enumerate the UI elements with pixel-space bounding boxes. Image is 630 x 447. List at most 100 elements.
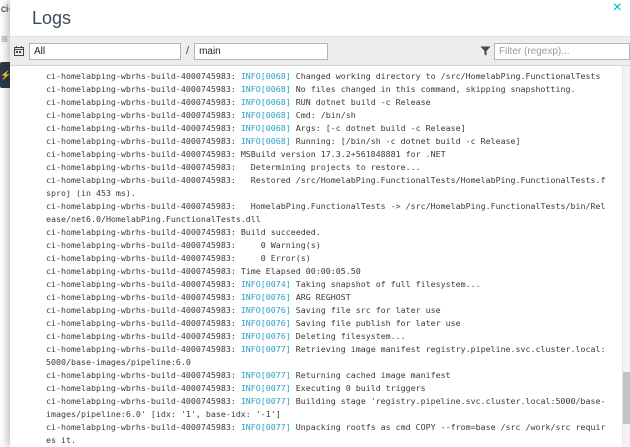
log-message: 0 Warning(s) — [241, 240, 321, 250]
log-prefix: ci-homelabping-wbrhs-build-4000745983: — [46, 110, 241, 120]
log-prefix: ci-homelabping-wbrhs-build-4000745983: — [46, 97, 241, 107]
filter-funnel-icon — [480, 46, 491, 56]
log-line: ci-homelabping-wbrhs-build-4000745983: I… — [46, 278, 610, 291]
log-line: ci-homelabping-wbrhs-build-4000745983: I… — [46, 135, 610, 148]
log-message: Running: [/bin/sh -c dotnet build -c Rel… — [296, 136, 521, 146]
page-title: Logs — [32, 8, 71, 29]
log-line: ci-homelabping-wbrhs-build-4000745983: 0… — [46, 252, 610, 265]
log-message: MSBuild version 17.3.2+561848881 for .NE… — [241, 149, 446, 159]
log-line: ci-homelabping-wbrhs-build-4000745983: T… — [46, 265, 610, 278]
log-prefix: ci-homelabping-wbrhs-build-4000745983: — [46, 266, 241, 276]
log-level: INFO[0077] — [241, 422, 296, 432]
container-select[interactable] — [194, 43, 328, 60]
calendar-icon — [14, 46, 24, 56]
log-line: ci-homelabping-wbrhs-build-4000745983: H… — [46, 200, 610, 226]
log-line: ci-homelabping-wbrhs-build-4000745983: I… — [46, 70, 610, 83]
log-level: INFO[0077] — [241, 383, 296, 393]
log-line: ci-homelabping-wbrhs-build-4000745983: R… — [46, 174, 610, 200]
log-lines: ci-homelabping-wbrhs-build-4000745983: I… — [46, 70, 622, 447]
log-message: Saving file publish for later use — [296, 318, 461, 328]
log-prefix: ci-homelabping-wbrhs-build-4000745983: — [46, 396, 241, 406]
scrollbar-track[interactable] — [622, 66, 630, 447]
log-line: ci-homelabping-wbrhs-build-4000745983: I… — [46, 369, 610, 382]
log-message: Build succeeded. — [241, 227, 321, 237]
log-level: INFO[0076] — [241, 292, 296, 302]
log-message: Saving file src for later use — [296, 305, 441, 315]
log-level: INFO[0068] — [241, 136, 296, 146]
log-level: INFO[0077] — [241, 370, 296, 380]
log-prefix: ci-homelabping-wbrhs-build-4000745983: — [46, 240, 241, 250]
log-level: INFO[0068] — [241, 84, 296, 94]
log-line: ci-homelabping-wbrhs-build-4000745983: I… — [46, 421, 610, 447]
filter-input[interactable] — [494, 43, 630, 60]
log-prefix: ci-homelabping-wbrhs-build-4000745983: — [46, 149, 241, 159]
log-message: Changed working directory to /src/Homela… — [296, 71, 601, 81]
log-line: ci-homelabping-wbrhs-build-4000745983: I… — [46, 343, 610, 369]
log-message: Time Elapsed 00:00:05.50 — [241, 266, 361, 276]
log-message: Determining projects to restore... — [241, 162, 421, 172]
log-message: Args: [-c dotnet build -c Release] — [296, 123, 466, 133]
log-line: ci-homelabping-wbrhs-build-4000745983: I… — [46, 382, 610, 395]
background-page-title: ci-h — [1, 4, 10, 15]
log-prefix: ci-homelabping-wbrhs-build-4000745983: — [46, 370, 241, 380]
pod-container-separator: / — [186, 45, 189, 57]
log-line: ci-homelabping-wbrhs-build-4000745983: I… — [46, 109, 610, 122]
log-message: 0 Error(s) — [241, 253, 311, 263]
log-line: ci-homelabping-wbrhs-build-4000745983: D… — [46, 161, 610, 174]
log-level: INFO[0076] — [241, 305, 296, 315]
lightning-icon[interactable]: ⚡ — [0, 62, 10, 88]
pod-select[interactable] — [29, 43, 181, 60]
log-area[interactable]: ci-homelabping-wbrhs-build-4000745983: I… — [10, 66, 622, 447]
log-line: ci-homelabping-wbrhs-build-4000745983: M… — [46, 148, 610, 161]
log-prefix: ci-homelabping-wbrhs-build-4000745983: — [46, 279, 241, 289]
log-prefix: ci-homelabping-wbrhs-build-4000745983: — [46, 71, 241, 81]
log-level: INFO[0074] — [241, 279, 296, 289]
log-level: INFO[0068] — [241, 71, 296, 81]
close-icon[interactable]: × — [613, 0, 622, 16]
log-prefix: ci-homelabping-wbrhs-build-4000745983: — [46, 344, 241, 354]
log-message: No files changed in this command, skippi… — [296, 84, 576, 94]
log-line: ci-homelabping-wbrhs-build-4000745983: I… — [46, 395, 610, 421]
logs-panel-header: Logs × — [10, 0, 630, 36]
log-level: INFO[0068] — [241, 110, 296, 120]
log-prefix: ci-homelabping-wbrhs-build-4000745983: — [46, 175, 241, 185]
menu-icon[interactable]: ≡ — [1, 32, 8, 46]
log-prefix: ci-homelabping-wbrhs-build-4000745983: — [46, 201, 241, 211]
log-line: ci-homelabping-wbrhs-build-4000745983: I… — [46, 291, 610, 304]
logs-toolbar: / — [10, 36, 630, 66]
log-level: INFO[0076] — [241, 318, 296, 328]
log-line: ci-homelabping-wbrhs-build-4000745983: I… — [46, 330, 610, 343]
log-level: INFO[0068] — [241, 97, 296, 107]
log-line: ci-homelabping-wbrhs-build-4000745983: 0… — [46, 239, 610, 252]
log-message: ARG REGHOST — [296, 292, 351, 302]
log-prefix: ci-homelabping-wbrhs-build-4000745983: — [46, 227, 241, 237]
log-message: Taking snapshot of full filesystem... — [296, 279, 481, 289]
log-level: INFO[0077] — [241, 344, 296, 354]
log-level: INFO[0068] — [241, 123, 296, 133]
scrollbar-thumb[interactable] — [623, 372, 630, 424]
logs-panel: Logs × / ci-homelabping-wbrhs-build-4000… — [10, 0, 630, 447]
log-line: ci-homelabping-wbrhs-build-4000745983: B… — [46, 226, 610, 239]
log-prefix: ci-homelabping-wbrhs-build-4000745983: — [46, 318, 241, 328]
log-line: ci-homelabping-wbrhs-build-4000745983: I… — [46, 83, 610, 96]
log-level: INFO[0076] — [241, 331, 296, 341]
log-prefix: ci-homelabping-wbrhs-build-4000745983: — [46, 84, 241, 94]
log-prefix: ci-homelabping-wbrhs-build-4000745983: — [46, 136, 241, 146]
log-message: Cmd: /bin/sh — [296, 110, 356, 120]
log-message: RUN dotnet build -c Release — [296, 97, 431, 107]
log-prefix: ci-homelabping-wbrhs-build-4000745983: — [46, 305, 241, 315]
filter-group — [480, 43, 630, 60]
log-line: ci-homelabping-wbrhs-build-4000745983: I… — [46, 96, 610, 109]
log-prefix: ci-homelabping-wbrhs-build-4000745983: — [46, 123, 241, 133]
log-line: ci-homelabping-wbrhs-build-4000745983: I… — [46, 122, 610, 135]
log-prefix: ci-homelabping-wbrhs-build-4000745983: — [46, 331, 241, 341]
log-prefix: ci-homelabping-wbrhs-build-4000745983: — [46, 253, 241, 263]
log-message: Deleting filesystem... — [296, 331, 406, 341]
log-prefix: ci-homelabping-wbrhs-build-4000745983: — [46, 292, 241, 302]
log-prefix: ci-homelabping-wbrhs-build-4000745983: — [46, 383, 241, 393]
log-line: ci-homelabping-wbrhs-build-4000745983: I… — [46, 304, 610, 317]
log-message: Executing 0 build triggers — [296, 383, 426, 393]
log-level: INFO[0077] — [241, 396, 296, 406]
log-prefix: ci-homelabping-wbrhs-build-4000745983: — [46, 162, 241, 172]
background-page-strip: ci-h ≡ ⚡ — [0, 0, 10, 447]
